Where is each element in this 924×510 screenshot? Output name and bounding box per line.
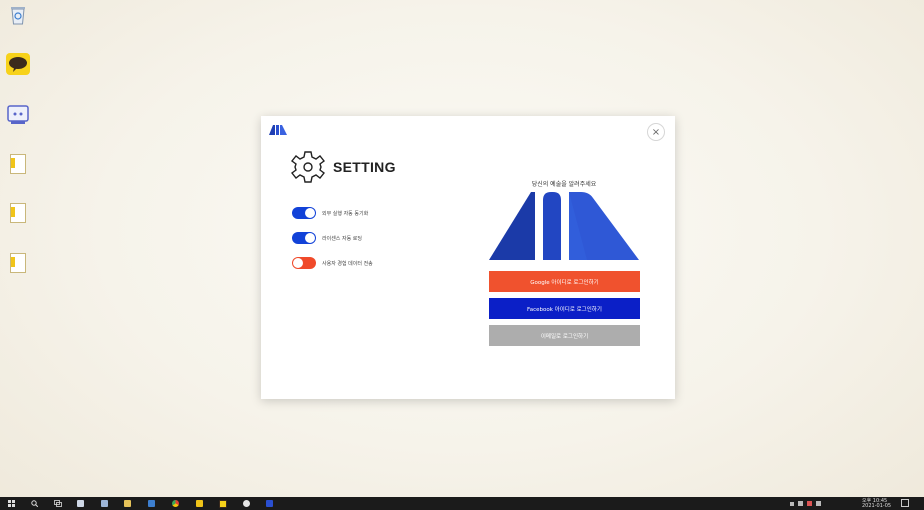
search-icon[interactable] (31, 500, 38, 507)
clock[interactable]: 오후 10:45 2021-01-05 (862, 499, 891, 509)
auto-sync-toggle[interactable] (292, 207, 316, 219)
notification-icon[interactable] (901, 499, 909, 507)
kakaotalk-icon[interactable] (6, 52, 30, 76)
aim-app-icon[interactable] (266, 500, 273, 507)
google-login-button[interactable]: Google 아이디로 로그인하기 (489, 271, 640, 292)
toggle-row-data-share: 사용자 경험 데이터 전송 (292, 257, 373, 269)
tray-app-icon[interactable] (807, 501, 812, 506)
brand-logo-icon (489, 192, 639, 260)
chrome-icon[interactable] (172, 500, 179, 507)
file-icon[interactable] (6, 251, 30, 275)
close-button[interactable]: × (647, 123, 665, 141)
app-icon[interactable] (77, 500, 84, 507)
app-logo-icon (269, 125, 287, 135)
kakaotalk-taskbar-icon[interactable] (219, 500, 227, 508)
settings-dialog: × SETTING 외부 실행 자동 동기화 라이센스 자동 로딩 사용자 경험… (261, 116, 675, 399)
app-icon[interactable] (101, 500, 108, 507)
data-share-toggle[interactable] (292, 257, 316, 269)
taskbar: 오후 10:45 2021-01-05 (0, 497, 924, 510)
setting-title: SETTING (333, 159, 396, 175)
system-tray (790, 500, 830, 507)
volume-icon[interactable] (816, 501, 821, 506)
toggle-label: 라이센스 자동 로딩 (322, 235, 362, 242)
folder-icon[interactable] (196, 500, 203, 507)
close-icon: × (651, 126, 661, 138)
discord-icon[interactable] (6, 103, 30, 127)
app-icon[interactable] (243, 500, 250, 507)
tray-chevron-icon[interactable] (790, 502, 794, 506)
gear-icon (291, 151, 325, 183)
toggle-row-auto-sync: 외부 실행 자동 동기화 (292, 207, 368, 219)
toggle-label: 외부 실행 자동 동기화 (322, 210, 369, 217)
login-prompt: 당신의 예술을 알려주세요 (531, 181, 597, 188)
start-icon[interactable] (8, 500, 15, 507)
app-icon[interactable] (148, 500, 155, 507)
toggle-row-license: 라이센스 자동 로딩 (292, 232, 362, 244)
recycle-bin-icon[interactable] (6, 3, 30, 27)
setting-header: SETTING (291, 150, 396, 184)
facebook-login-button[interactable]: Facebook 아이디로 로그인하기 (489, 298, 640, 319)
license-toggle[interactable] (292, 232, 316, 244)
network-icon[interactable] (798, 501, 803, 506)
file-icon[interactable] (6, 201, 30, 225)
file-explorer-icon[interactable] (124, 500, 131, 507)
email-login-button[interactable]: 이메일로 로그인하기 (489, 325, 640, 346)
toggle-label: 사용자 경험 데이터 전송 (322, 260, 373, 267)
file-icon[interactable] (6, 152, 30, 176)
task-view-icon[interactable] (54, 500, 62, 507)
